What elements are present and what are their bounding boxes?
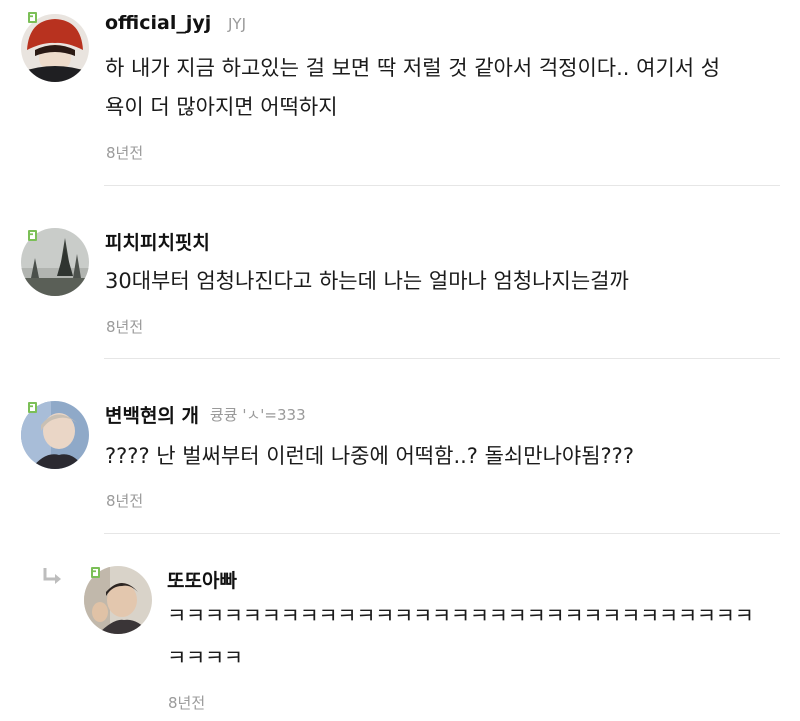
level-badge-icon [91,567,100,578]
reply-nickname[interactable]: 또또아빠 [167,566,237,593]
reply-text-line: ㅋㅋㅋㅋ [167,646,243,670]
reply-timestamp: 8년전 [168,694,206,712]
reply-text-line: ㅋㅋㅋㅋㅋㅋㅋㅋㅋㅋㅋㅋㅋㅋㅋㅋㅋㅋㅋㅋㅋㅋㅋㅋㅋㅋㅋㅋㅋㅋㅋ [167,604,754,628]
reply-arrow-icon [43,568,61,584]
reply-item: 또또아빠 ㅋㅋㅋㅋㅋㅋㅋㅋㅋㅋㅋㅋㅋㅋㅋㅋㅋㅋㅋㅋㅋㅋㅋㅋㅋㅋㅋㅋㅋㅋㅋ ㅋㅋㅋ… [0,0,800,721]
